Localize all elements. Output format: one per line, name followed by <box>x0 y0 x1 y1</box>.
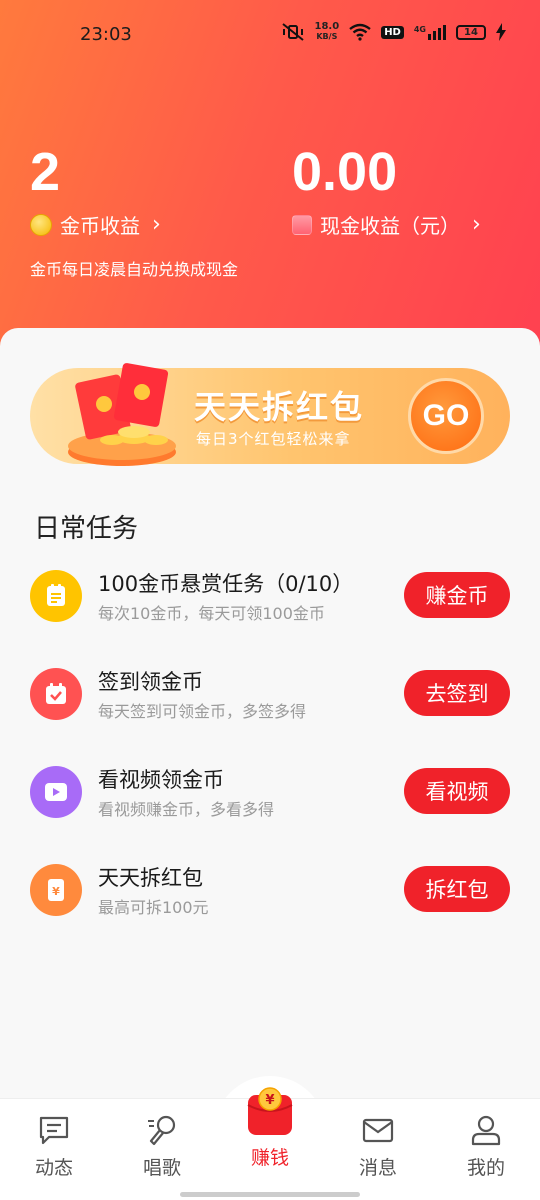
red-envelope-icon: ¥ <box>30 864 82 916</box>
cash-earnings-label: 现金收益（元） <box>320 214 460 238</box>
section-title-daily-tasks: 日常任务 <box>34 514 139 544</box>
red-packet-banner[interactable]: 天天拆红包 每日3个红包轻松来拿 GO <box>30 363 510 466</box>
tab-messages[interactable]: 消息 <box>338 1113 418 1180</box>
chevron-right-icon: › <box>472 212 481 237</box>
open-red-packet-button[interactable]: 拆红包 <box>404 866 510 912</box>
watch-video-button[interactable]: 看视频 <box>404 768 510 814</box>
mail-icon <box>361 1113 395 1147</box>
mute-vibrate-icon <box>281 23 304 41</box>
tab-label: 消息 <box>358 1157 397 1179</box>
go-button[interactable]: GO <box>408 378 484 454</box>
tab-dynamics[interactable]: 动态 <box>14 1113 94 1180</box>
task-item-red-packet: ¥ 天天拆红包 最高可拆100元 拆红包 <box>30 864 510 924</box>
svg-text:¥: ¥ <box>52 885 60 898</box>
task-name: 看视频领金币 <box>98 768 224 792</box>
coin-earnings-value: 2 <box>30 142 61 202</box>
coin-icon <box>30 213 52 236</box>
tab-label: 我的 <box>466 1157 505 1179</box>
coin-earnings-label: 金币收益 <box>60 214 140 238</box>
task-name: 100金币悬赏任务（0/10） <box>98 572 354 596</box>
play-video-icon <box>30 766 82 818</box>
coin-earnings-link[interactable]: 金币收益 › <box>30 210 161 239</box>
cell-signal-icon: 4G <box>413 24 446 40</box>
bottom-tab-bar: 动态 唱歌 ¥ 赚钱 消息 我的 <box>0 1087 540 1200</box>
task-desc: 最高可拆100元 <box>98 898 209 917</box>
wifi-icon <box>349 23 371 41</box>
exchange-note: 金币每日凌晨自动兑换成现金 <box>30 260 239 279</box>
wallet-icon <box>292 214 312 235</box>
user-icon <box>469 1113 503 1147</box>
earnings-header: 23:03 18.0 KB/S HD 4G 14 2 金币收益 › 0.00 现… <box>0 0 540 380</box>
hd-badge: HD <box>381 25 404 39</box>
earn-coins-button[interactable]: 赚金币 <box>404 572 510 618</box>
banner-title: 天天拆红包 <box>194 388 365 426</box>
status-icons: 18.0 KB/S HD 4G 14 <box>281 22 506 42</box>
cash-earnings-link[interactable]: 现金收益（元） › <box>292 210 481 239</box>
calendar-check-icon <box>30 668 82 720</box>
banner-subtitle: 每日3个红包轻松来拿 <box>196 430 351 448</box>
battery-icon: 14 <box>456 24 486 40</box>
tab-profile[interactable]: 我的 <box>446 1113 526 1180</box>
task-item-bounty: 100金币悬赏任务（0/10） 每次10金币，每天可领100金币 赚金币 <box>30 570 510 630</box>
check-in-button[interactable]: 去签到 <box>404 670 510 716</box>
home-indicator[interactable] <box>180 1192 360 1197</box>
signal-label: 4G <box>413 24 426 34</box>
tab-earn[interactable]: ¥ 赚钱 <box>230 1087 310 1170</box>
tab-label: 唱歌 <box>142 1157 181 1179</box>
task-desc: 看视频赚金币，多看多得 <box>98 800 275 819</box>
task-name: 签到领金币 <box>98 670 203 694</box>
net-speed: 18.0 KB/S <box>315 22 340 42</box>
status-time: 23:03 <box>80 24 132 45</box>
tab-label: 赚钱 <box>250 1147 289 1169</box>
charging-bolt-icon <box>496 23 506 41</box>
chat-icon <box>37 1113 71 1147</box>
cash-earnings-value: 0.00 <box>292 142 398 202</box>
status-bar: 23:03 18.0 KB/S HD 4G 14 <box>0 0 540 68</box>
net-speed-value: 18.0 <box>314 21 340 32</box>
tab-label: 动态 <box>34 1157 73 1179</box>
task-item-checkin: 签到领金币 每天签到可领金币，多签多得 去签到 <box>30 668 510 728</box>
task-item-video: 看视频领金币 看视频赚金币，多看多得 看视频 <box>30 766 510 826</box>
chevron-right-icon: › <box>152 212 161 237</box>
tab-sing[interactable]: 唱歌 <box>122 1113 202 1180</box>
svg-text:¥: ¥ <box>265 1093 274 1108</box>
main-panel: 天天拆红包 每日3个红包轻松来拿 GO 日常任务 100金币悬赏任务（0/10）… <box>0 328 540 1098</box>
red-envelopes-illustration <box>68 363 176 466</box>
list-icon <box>30 570 82 622</box>
microphone-icon <box>145 1113 179 1147</box>
task-desc: 每次10金币，每天可领100金币 <box>98 604 325 623</box>
task-desc: 每天签到可领金币，多签多得 <box>98 702 307 721</box>
task-name: 天天拆红包 <box>98 866 203 890</box>
net-speed-unit: KB/S <box>316 32 338 41</box>
red-envelope-icon: ¥ <box>244 1087 296 1139</box>
